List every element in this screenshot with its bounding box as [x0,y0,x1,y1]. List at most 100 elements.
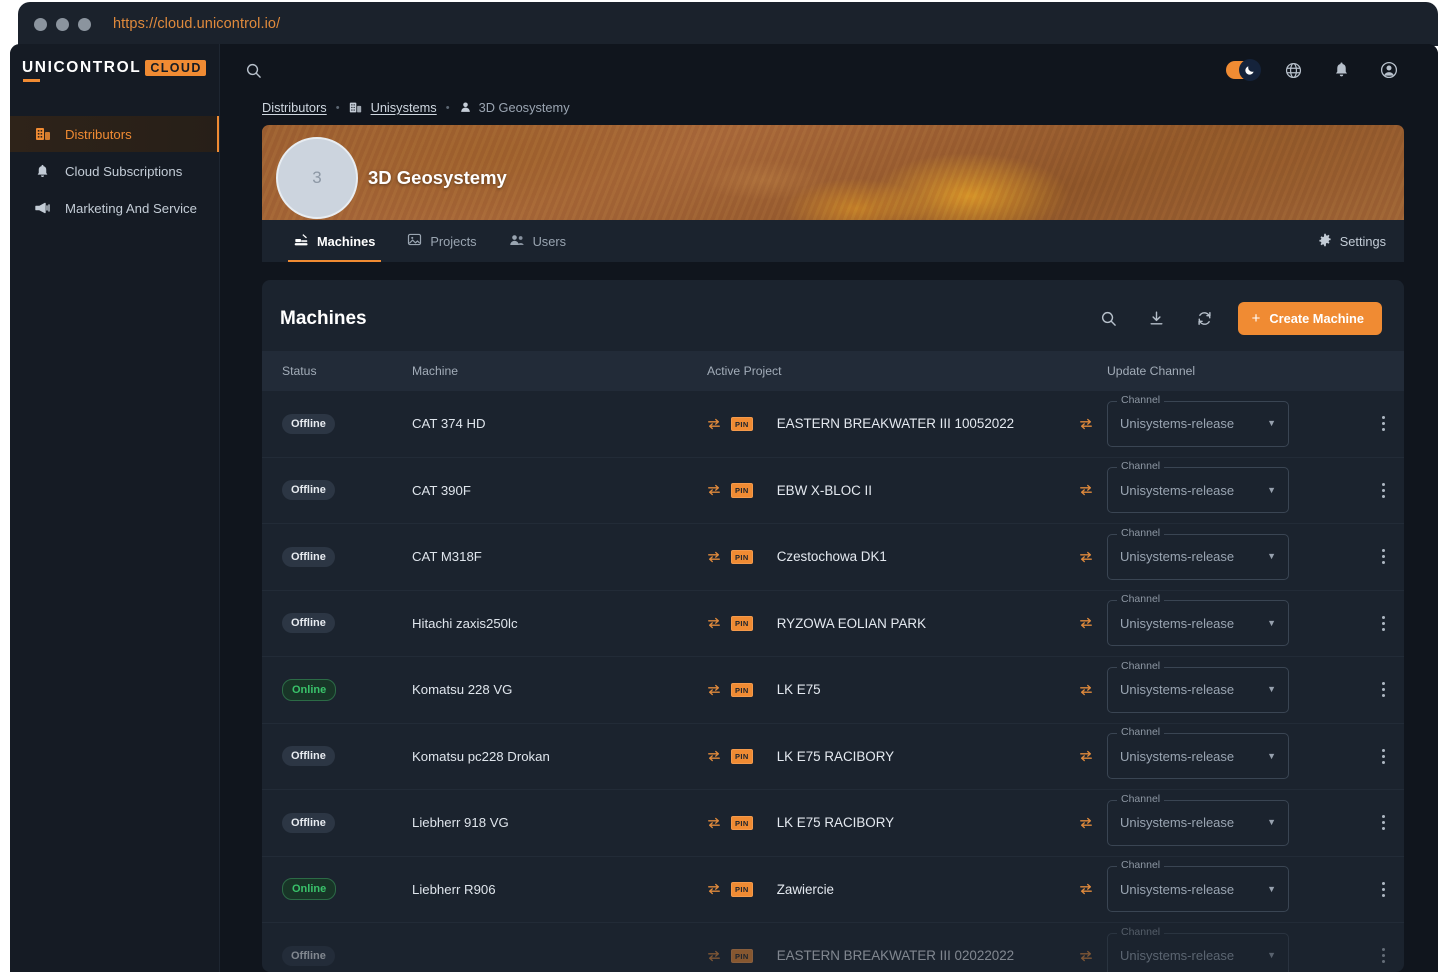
channel-select[interactable]: Unisystems-release ▼ Channel [1107,726,1289,780]
channel-select[interactable]: Unisystems-release ▼ Channel [1107,460,1289,514]
settings-button[interactable]: Settings [1300,220,1404,262]
channel-select[interactable]: Unisystems-release ▼ Channel [1107,659,1289,713]
tab-machines[interactable]: Machines [278,220,391,262]
table-row[interactable]: Offline CAT M318F PIN Czestochowa DK1 Unisys… [262,524,1404,591]
pin-badge[interactable]: PIN [731,948,753,963]
channel-select[interactable]: Unisystems-release ▼ Channel [1107,859,1289,913]
swap-icon[interactable] [707,551,721,563]
change-project-icon[interactable] [1079,883,1093,895]
brand-logo[interactable]: UNICONTROL CLOUD [22,59,206,82]
pin-badge[interactable]: PIN [731,483,753,498]
tab-projects[interactable]: Projects [391,220,492,262]
swap-icon[interactable] [707,418,721,430]
channel-select-box[interactable]: Unisystems-release ▼ [1107,600,1289,647]
channel-select[interactable]: Unisystems-release ▼ Channel [1107,393,1289,447]
project-icons: PIN [707,616,753,631]
sidebar-item-cloud-subscriptions[interactable]: Cloud Subscriptions [10,153,219,189]
change-project-icon[interactable] [1079,684,1093,696]
account-icon[interactable] [1374,55,1404,85]
sidebar-item-marketing-and-service[interactable]: Marketing And Service [10,190,219,226]
notifications-bell-icon[interactable] [1326,55,1356,85]
channel-select-box[interactable]: Unisystems-release ▼ [1107,467,1289,514]
row-more-options-button[interactable] [1381,549,1385,565]
create-machine-button[interactable]: + Create Machine [1237,302,1382,335]
swap-icon[interactable] [707,617,721,629]
swap-icon[interactable] [707,750,721,762]
swap-icon[interactable] [707,950,721,962]
change-project-icon[interactable] [1079,950,1093,962]
row-more-options-button[interactable] [1381,682,1385,698]
table-row[interactable]: Online Komatsu 228 VG PIN LK E75 Unisystems-… [262,657,1404,724]
row-more-options-button[interactable] [1381,948,1385,964]
pin-badge[interactable]: PIN [731,549,753,564]
address-bar[interactable]: https://cloud.unicontrol.io/ [113,16,280,32]
change-project-icon[interactable] [1079,750,1093,762]
swap-icon[interactable] [707,684,721,696]
pin-badge[interactable]: PIN [731,749,753,764]
channel-select[interactable]: Unisystems-release ▼ Channel [1107,593,1289,647]
channel-select-box[interactable]: Unisystems-release ▼ [1107,866,1289,913]
refresh-icon[interactable] [1190,304,1220,334]
table-row[interactable]: Offline PIN EASTERN BREAKWATER III 0202202… [262,923,1404,972]
pin-badge[interactable]: PIN [731,815,753,830]
table-row[interactable]: Offline Hitachi zaxis250lc PIN RYZOWA EOLIA… [262,591,1404,657]
project-icons: PIN [707,749,753,764]
change-project-icon[interactable] [1079,484,1093,496]
row-more-options-button[interactable] [1381,748,1385,764]
row-more-options-button[interactable] [1381,881,1385,897]
channel-select[interactable]: Unisystems-release ▼ Channel [1107,526,1289,580]
row-more-options-button[interactable] [1381,482,1385,498]
close-window-dot[interactable] [34,17,47,31]
table-row[interactable]: Offline CAT 374 HD PIN EASTERN BREAKWATER I… [262,391,1404,458]
status-badge: Offline [282,413,335,434]
top-bar-icons [1226,55,1404,85]
channel-select-box[interactable]: Unisystems-release ▼ [1107,733,1289,780]
main-content: Distributors • Unisystems • 3D Geosystem… [220,44,1438,972]
organization-banner-image: 3 3D Geosystemy [262,125,1404,220]
change-project-icon[interactable] [1079,617,1093,629]
pin-badge[interactable]: PIN [731,882,753,897]
table-row[interactable]: Offline CAT 390F PIN EBW X-BLOC II Unisystem… [262,458,1404,524]
change-project-icon[interactable] [1079,418,1093,430]
breadcrumb-item-distributors[interactable]: Distributors [262,100,327,115]
swap-icon[interactable] [707,883,721,895]
dark-mode-toggle[interactable] [1226,59,1261,81]
row-more-options-button[interactable] [1381,815,1385,831]
machines-table-body[interactable]: Offline CAT 374 HD PIN EASTERN BREAKWATER I… [262,391,1404,972]
channel-select-box[interactable]: Unisystems-release ▼ [1107,799,1289,846]
maximize-window-dot[interactable] [78,17,91,31]
sidebar-item-label: Marketing And Service [65,200,197,216]
table-row[interactable]: Offline Liebherr 918 VG PIN LK E75 RACIBORY… [262,790,1404,857]
status-cell: Offline [262,746,412,767]
row-more-options-button[interactable] [1381,416,1385,432]
change-project-icon[interactable] [1079,551,1093,563]
download-icon[interactable] [1142,304,1172,334]
channel-select-box[interactable]: Unisystems-release ▼ [1107,666,1289,713]
pin-badge[interactable]: PIN [731,616,753,631]
pin-badge[interactable]: PIN [731,682,753,697]
change-project-icon[interactable] [1079,817,1093,829]
table-row[interactable]: Offline Komatsu pc228 Drokan PIN LK E75 RAC… [262,724,1404,790]
search-icon[interactable] [238,55,268,85]
chevron-down-icon: ▼ [1267,617,1276,628]
project-name: EASTERN BREAKWATER III 02022022 [776,948,1015,964]
pin-badge[interactable]: PIN [731,416,753,431]
channel-select[interactable]: Unisystems-release ▼ Channel [1107,792,1289,846]
logo-cloud-badge: CLOUD [145,59,206,76]
breadcrumb-item-unisystems[interactable]: Unisystems [371,100,437,115]
table-row[interactable]: Online Liebherr R906 PIN Zawiercie Unisystem… [262,857,1404,923]
row-more-options-button[interactable] [1381,615,1385,631]
tab-users[interactable]: Users [493,220,582,262]
channel-select[interactable]: Unisystems-release ▼ Channel [1107,925,1289,972]
channel-select-box[interactable]: Unisystems-release ▼ [1107,533,1289,580]
channel-select-box[interactable]: Unisystems-release ▼ [1107,932,1289,972]
swap-icon[interactable] [707,484,721,496]
swap-icon[interactable] [707,817,721,829]
row-menu-cell [1362,682,1404,698]
globe-icon[interactable] [1278,55,1308,85]
channel-select-box[interactable]: Unisystems-release ▼ [1107,400,1289,447]
chevron-down-icon: ▼ [1267,750,1276,761]
search-icon[interactable] [1094,304,1124,334]
minimize-window-dot[interactable] [56,17,69,31]
sidebar-item-distributors[interactable]: Distributors [10,116,219,152]
